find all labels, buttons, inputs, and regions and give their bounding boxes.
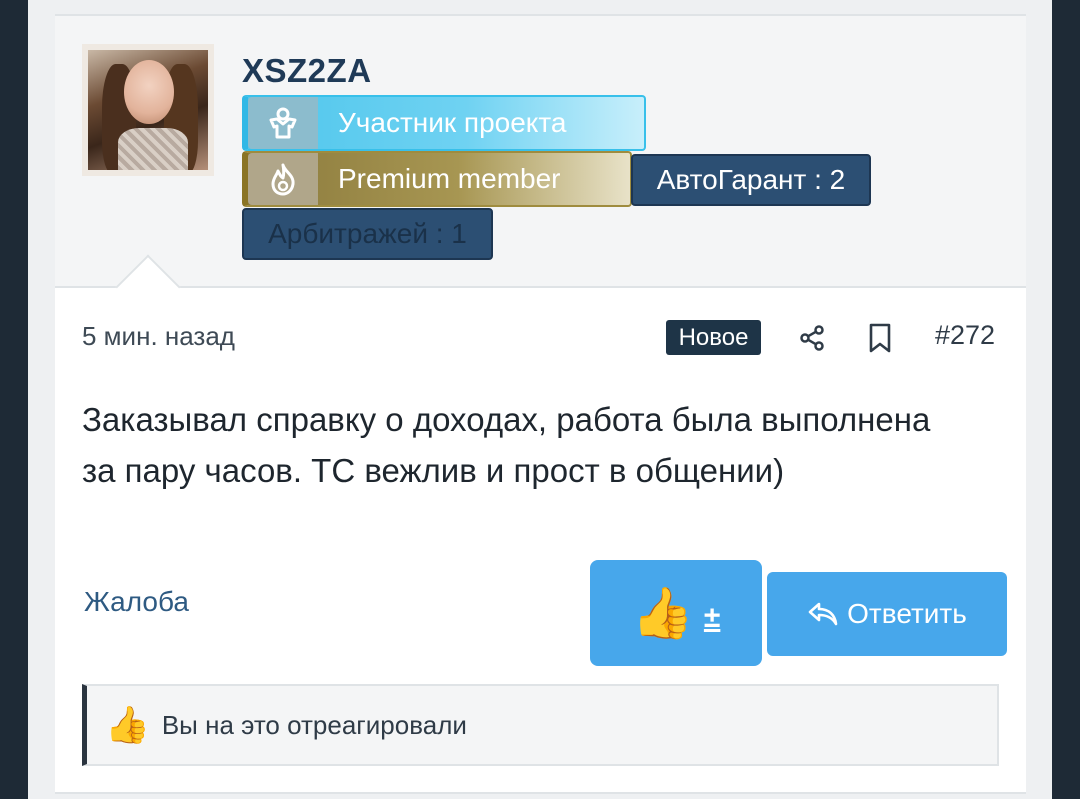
reactions-text[interactable]: Вы на это отреагировали [162, 710, 467, 741]
flame-icon [248, 153, 318, 205]
post-time[interactable]: 5 мин. назад [82, 321, 235, 352]
premium-banner-label: Premium member [338, 163, 561, 194]
post-card: XSZ2ZA Участник проекта Premium member А… [55, 14, 1026, 794]
arbitrage-count-tag: Арбитражей : 1 [242, 208, 493, 260]
participant-banner-label: Участник проекта [338, 107, 567, 138]
like-button[interactable]: 👍 ± [590, 560, 762, 666]
reactions-bar[interactable]: 👍 Вы на это отреагировали [82, 684, 999, 766]
participant-banner: Участник проекта [242, 95, 646, 151]
post-number[interactable]: #272 [935, 320, 995, 351]
user-shirt-icon [248, 97, 318, 149]
report-link[interactable]: Жалоба [84, 586, 189, 618]
reply-arrow-icon [808, 602, 838, 626]
like-toggle-icon: ± [703, 601, 721, 634]
author-username[interactable]: XSZ2ZA [242, 52, 372, 90]
thumbs-up-icon: 👍 [105, 704, 150, 745]
premium-banner: Premium member [242, 151, 632, 207]
new-badge: Новое [666, 320, 761, 355]
guarantee-count-tag: АвтоГарант : 2 [631, 154, 871, 206]
avatar[interactable] [82, 44, 214, 176]
thumbs-up-icon: 👍 [631, 585, 694, 641]
post-author-header: XSZ2ZA Участник проекта Premium member А… [55, 16, 1026, 288]
bookmark-icon[interactable] [860, 318, 900, 358]
reply-button-label: Ответить [847, 598, 967, 629]
reply-button[interactable]: Ответить [767, 572, 1007, 656]
post-body: Заказывал справку о доходах, работа была… [82, 401, 931, 489]
share-icon[interactable] [792, 318, 832, 358]
